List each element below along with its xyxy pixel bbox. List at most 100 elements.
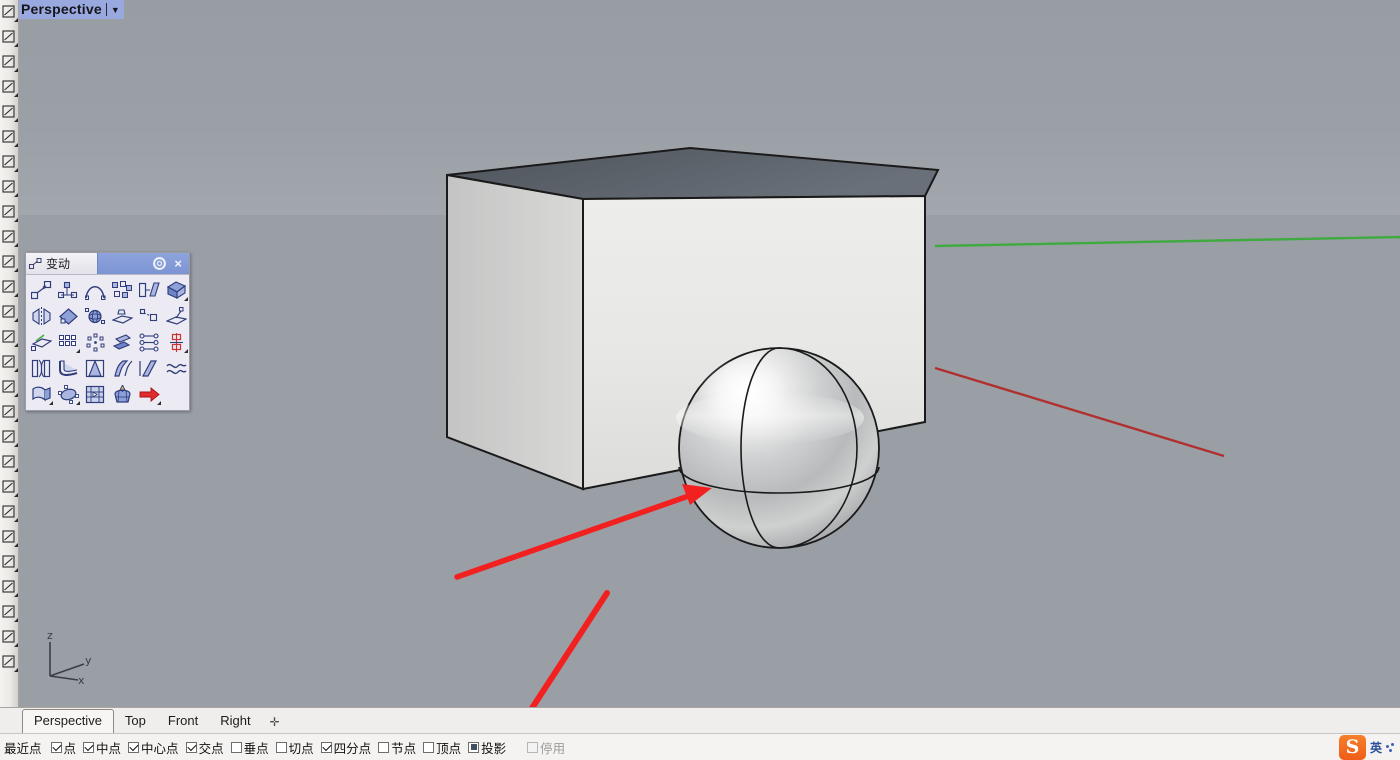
main-tools-rail[interactable] [0,0,19,707]
flow-icon[interactable] [109,355,136,381]
viewport-tabs[interactable]: Perspective Top Front Right ✛ [0,707,1400,734]
copy-icon[interactable] [55,277,82,303]
object-snap-bar[interactable]: 最近点 点 中点 中心点 交点 垂点 切点 四分点 节点 顶点 投影 停用 S 英 [0,733,1400,760]
rectangular-array-icon[interactable] [55,329,82,355]
solid-sphere-icon[interactable] [2,280,15,293]
osnap-四分点[interactable]: 四分点 [320,738,371,757]
deform-icon[interactable] [28,381,55,407]
text-icon[interactable] [2,380,15,393]
twist-icon[interactable] [28,355,55,381]
set-points-icon[interactable] [163,329,190,355]
box-edit-icon[interactable] [163,277,190,303]
rail-item-12[interactable] [0,300,18,325]
extend-icon[interactable] [2,555,15,568]
rail-item-2[interactable] [0,50,18,75]
osnap-disable[interactable]: 停用 [527,738,565,757]
rail-item-10[interactable] [0,250,18,275]
viewport-tab-front[interactable]: Front [157,710,209,733]
checkbox-中心点[interactable] [128,741,140,753]
rail-item-0[interactable] [0,0,18,25]
scale-icon[interactable] [136,303,163,329]
rail-item-25[interactable] [0,625,18,650]
viewport-title[interactable]: Perspective ▼ [16,0,124,19]
shear-object-icon[interactable] [136,355,163,381]
osnap-顶点[interactable]: 顶点 [423,738,461,757]
cage-edit-icon[interactable] [55,381,82,407]
osnap-切点[interactable]: 切点 [275,738,314,757]
gear-icon[interactable] [153,257,167,270]
move-icon[interactable] [28,277,55,303]
hatch-icon[interactable] [2,405,15,418]
osnap-中点[interactable]: 中点 [83,738,121,757]
render-icon[interactable] [2,655,15,668]
checkbox-四分点[interactable] [320,741,332,753]
mesh-icon[interactable] [2,330,15,343]
drag-grip-icon[interactable] [26,258,44,269]
rail-item-22[interactable] [0,550,18,575]
chevron-down-icon[interactable]: ▼ [111,5,120,15]
transform-toolbar[interactable]: 变动 × [25,252,190,411]
rail-item-7[interactable] [0,175,18,200]
split-icon[interactable] [2,480,15,493]
checkbox-disable[interactable] [527,741,539,753]
rail-item-20[interactable] [0,500,18,525]
checkbox-中点[interactable] [83,741,95,753]
rail-item-8[interactable] [0,200,18,225]
transform-toolbar-grid[interactable] [26,275,189,410]
dimension-icon[interactable] [2,355,15,368]
rotate-3d-icon[interactable] [82,303,109,329]
rail-item-9[interactable] [0,225,18,250]
rail-item-4[interactable] [0,100,18,125]
loft-icon[interactable] [2,205,15,218]
explode-icon[interactable] [2,605,15,618]
rail-item-16[interactable] [0,400,18,425]
bend-icon[interactable] [82,277,109,303]
polyline-icon[interactable] [2,5,15,18]
osnap-垂点[interactable]: 垂点 [230,738,269,757]
checkbox-切点[interactable] [275,741,287,753]
osnap-节点[interactable]: 节点 [378,738,416,757]
rotate-icon[interactable] [55,303,82,329]
analyze-icon[interactable] [2,630,15,643]
fillet-icon[interactable] [2,505,15,518]
orient-perpendicular-icon[interactable] [28,329,55,355]
osnap-点[interactable]: 点 [50,738,76,757]
checkbox-节点[interactable] [378,741,390,753]
flow-surface-icon[interactable] [109,381,136,407]
checkbox-交点[interactable] [185,741,197,753]
ellipse-icon[interactable] [2,105,15,118]
rail-item-13[interactable] [0,325,18,350]
revolve-icon[interactable] [2,230,15,243]
viewport-perspective[interactable]: Perspective ▼ z y x [0,0,1400,707]
rail-item-5[interactable] [0,125,18,150]
splop-icon[interactable] [82,381,109,407]
viewport-tab-perspective[interactable]: Perspective [22,709,114,734]
osnap-中心点[interactable]: 中心点 [128,738,179,757]
rail-item-1[interactable] [0,25,18,50]
rail-item-15[interactable] [0,375,18,400]
rail-item-21[interactable] [0,525,18,550]
polar-array-icon[interactable] [82,329,109,355]
array-icon[interactable] [109,277,136,303]
mirror-icon[interactable] [28,303,55,329]
bend-curve-icon[interactable] [55,355,82,381]
checkbox-点[interactable] [50,741,62,753]
array-linear-icon[interactable] [136,329,163,355]
sweep-icon[interactable] [2,255,15,268]
rail-item-23[interactable] [0,575,18,600]
surface-icon[interactable] [2,180,15,193]
shear-icon[interactable] [136,277,163,303]
close-icon[interactable]: × [174,257,182,270]
rail-item-18[interactable] [0,450,18,475]
rail-item-24[interactable] [0,600,18,625]
viewport-tab-top[interactable]: Top [114,710,157,733]
taper-icon[interactable] [82,355,109,381]
rail-item-11[interactable] [0,275,18,300]
rail-item-17[interactable] [0,425,18,450]
project-icon[interactable] [109,303,136,329]
point-icon[interactable] [2,430,15,443]
rail-item-26[interactable] [0,650,18,675]
boolean-icon[interactable] [2,305,15,318]
viewport-tab-right[interactable]: Right [209,710,261,733]
transform-toolbar-titlebar[interactable]: 变动 × [26,253,189,275]
